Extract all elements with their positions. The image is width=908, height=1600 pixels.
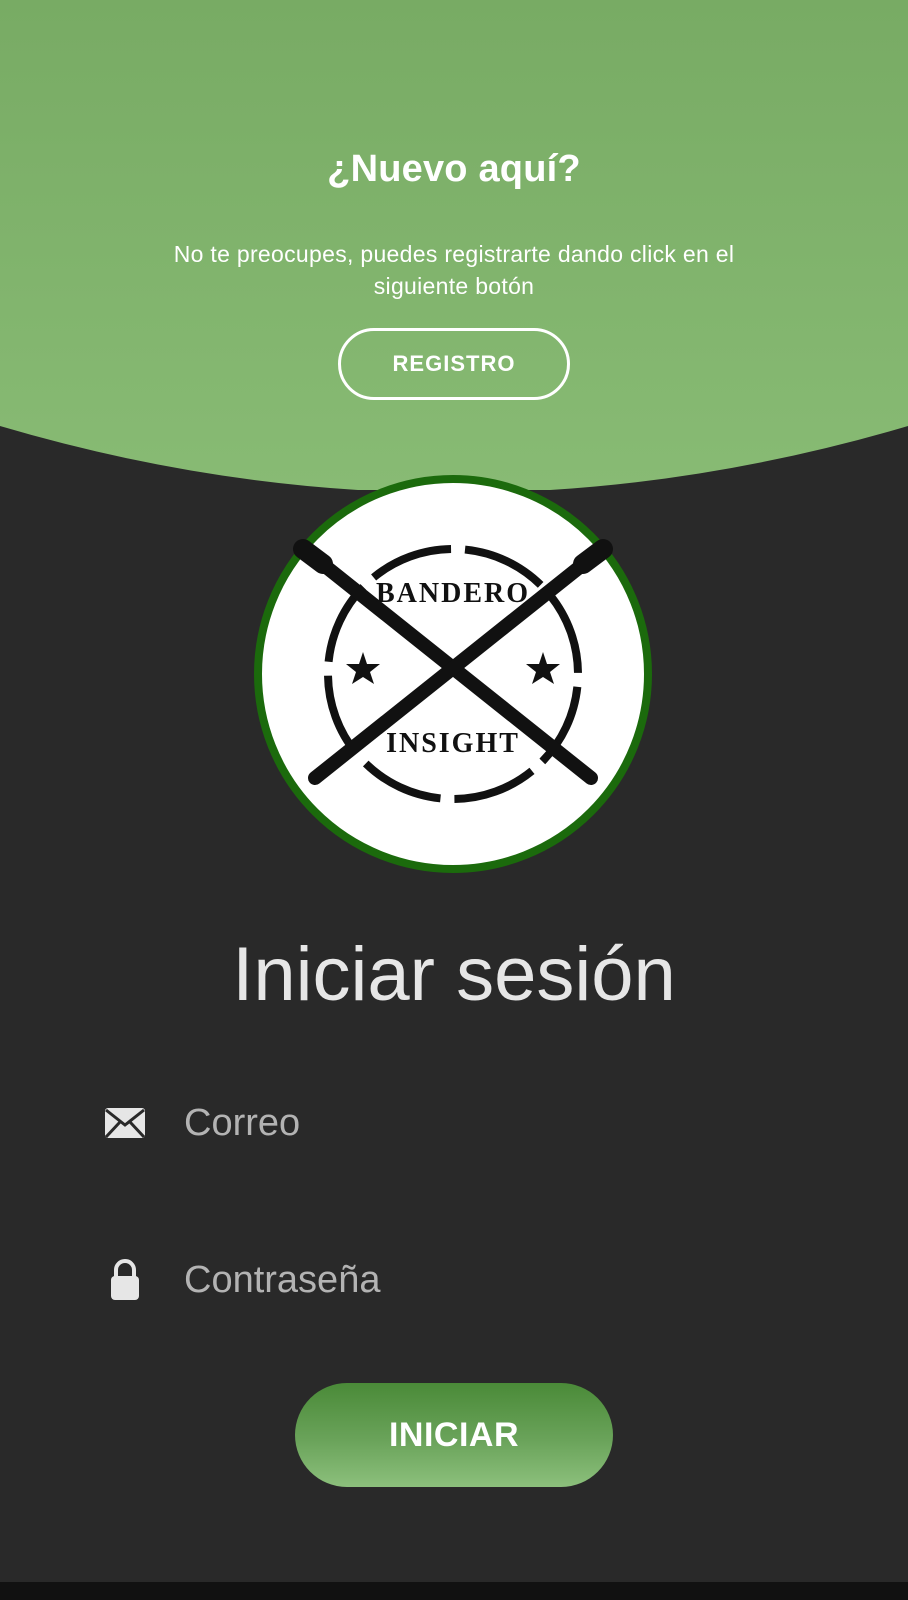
register-description: No te preocupes, puedes registrarte dand… (173, 241, 735, 299)
login-title: Iniciar sesión (232, 932, 676, 1017)
password-placeholder: Contraseña (184, 1258, 381, 1301)
password-field[interactable]: Contraseña (100, 1245, 800, 1315)
app-logo: BANDERO INSIGHT (253, 474, 653, 874)
lock-icon (100, 1255, 150, 1305)
bottom-bar (0, 1582, 908, 1600)
register-title: ¿Nuevo aquí? (327, 148, 581, 190)
email-field[interactable]: Correo (100, 1088, 800, 1158)
register-panel: ¿Nuevo aquí? No te preocupes, puedes reg… (0, 0, 908, 490)
login-button[interactable]: INICIAR (295, 1383, 613, 1487)
logo-text-bottom: INSIGHT (386, 728, 520, 759)
email-placeholder: Correo (184, 1101, 301, 1144)
logo-text-top: BANDERO (376, 578, 530, 609)
envelope-icon (100, 1098, 150, 1148)
register-button[interactable]: REGISTRO (338, 328, 570, 400)
